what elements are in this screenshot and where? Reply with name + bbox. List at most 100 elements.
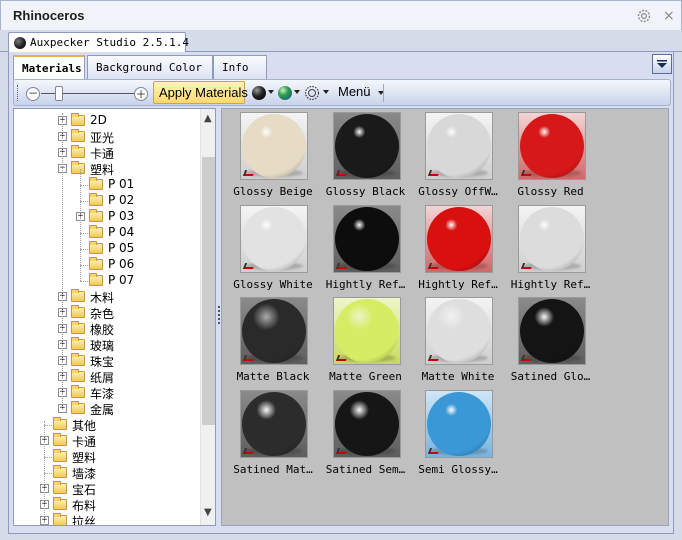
material-thumbnail[interactable]: Glossy White xyxy=(225,202,317,294)
tree-item[interactable]: + 玻璃 xyxy=(14,337,199,353)
material-thumbnail[interactable]: Glossy Black xyxy=(318,109,410,201)
tree-item[interactable]: + 金属 xyxy=(14,401,199,417)
material-thumbnail[interactable]: Glossy Red xyxy=(503,109,595,201)
document-tab[interactable]: Auxpecker Studio 2.5.1.4 xyxy=(8,32,189,53)
folder-icon xyxy=(71,385,85,398)
folder-icon xyxy=(89,257,103,270)
tree-item[interactable]: + 橡胶 xyxy=(14,321,199,337)
tree-item[interactable]: + 宝石 xyxy=(14,481,199,497)
material-preview xyxy=(425,112,493,180)
menu-dropdown-button[interactable]: Menü xyxy=(338,84,385,99)
close-icon[interactable]: × xyxy=(663,8,677,24)
materials-toolbar: − + Apply Materials Menü xyxy=(13,79,671,106)
material-preview xyxy=(425,297,493,365)
material-thumbnail[interactable]: Glossy Beige xyxy=(225,109,317,201)
tree-item[interactable]: 塑料 xyxy=(14,449,199,465)
tree-item[interactable]: − 塑料 xyxy=(14,161,199,177)
tree-item[interactable]: + 拉丝 xyxy=(14,513,199,525)
chevron-down-icon[interactable] xyxy=(268,90,274,94)
checkmark-logo-icon xyxy=(242,262,256,269)
toolbar-grip[interactable] xyxy=(17,85,20,101)
material-thumbnail[interactable]: Matte Green xyxy=(318,294,410,386)
tree-item[interactable]: + 木料 xyxy=(14,289,199,305)
tree-item-label: P 02 xyxy=(108,193,135,207)
gear-sun-icon[interactable] xyxy=(304,85,320,101)
material-preview xyxy=(240,389,308,458)
tree-item[interactable]: 其他 xyxy=(14,417,199,433)
sphere-black-icon[interactable] xyxy=(252,86,266,100)
material-sphere xyxy=(334,391,399,456)
apply-materials-button[interactable]: Apply Materials xyxy=(153,81,248,104)
material-preview xyxy=(425,389,493,458)
folder-icon xyxy=(71,161,85,174)
panel-menu-button[interactable] xyxy=(652,54,672,74)
tree-item[interactable]: + 卡通 xyxy=(14,433,199,449)
scroll-up-arrow-icon[interactable]: ▲ xyxy=(204,113,212,124)
tree-item-label: 布料 xyxy=(72,499,97,513)
material-thumbnail[interactable]: Satined Sem… xyxy=(318,387,410,479)
tree-item[interactable]: P 07 xyxy=(14,273,199,289)
chevron-down-icon[interactable] xyxy=(294,90,300,94)
tree-item-label: 宝石 xyxy=(72,483,97,497)
checkmark-logo-icon xyxy=(520,355,533,361)
material-preview xyxy=(332,389,401,458)
folder-icon xyxy=(89,273,103,286)
folder-icon xyxy=(71,369,85,382)
tree-connector xyxy=(44,457,52,458)
material-thumbnail[interactable]: Satined Glo… xyxy=(503,294,595,386)
folder-icon xyxy=(71,113,85,126)
tree-item[interactable]: P 06 xyxy=(14,257,199,273)
material-sphere xyxy=(334,299,399,363)
tree-item[interactable]: + 亚光 xyxy=(14,129,199,145)
tree-connector xyxy=(80,185,88,186)
tree-item[interactable]: + 车漆 xyxy=(14,385,199,401)
tree-scrollbar[interactable]: ▲ ▼ xyxy=(200,109,215,525)
material-thumbnail[interactable]: Matte White xyxy=(410,294,502,386)
zoom-in-button[interactable]: + xyxy=(134,87,148,101)
material-thumbnail-grid: Glossy Beige Glossy Black Glossy OffW… Glos… xyxy=(221,108,669,526)
tab-materials[interactable]: Materials xyxy=(13,55,85,80)
gear-icon[interactable] xyxy=(636,8,652,24)
tree-item[interactable]: P 02 xyxy=(14,193,199,209)
material-thumbnail[interactable]: Semi Glossy… xyxy=(410,387,502,479)
material-name: Matte White xyxy=(421,370,495,383)
material-thumbnail[interactable]: Satined Mat… xyxy=(225,387,317,479)
tree-item[interactable]: + 布料 xyxy=(14,497,199,513)
material-sphere xyxy=(427,206,491,271)
material-thumbnail[interactable]: Matte Black xyxy=(225,294,317,386)
tree-item-label: P 04 xyxy=(108,225,135,239)
scroll-down-arrow-icon[interactable]: ▼ xyxy=(204,507,212,518)
toolbar-separator xyxy=(383,84,384,102)
folder-icon xyxy=(71,305,85,318)
folder-icon xyxy=(71,401,85,414)
chevron-down-icon[interactable] xyxy=(323,90,329,94)
material-name: Matte Green xyxy=(329,370,402,383)
material-name: Hightly Ref… xyxy=(510,277,591,291)
zoom-out-button[interactable]: − xyxy=(26,87,40,101)
material-thumbnail[interactable]: Hightly Ref… xyxy=(503,202,595,294)
material-thumbnail[interactable]: Glossy OffW… xyxy=(410,109,502,201)
tree-item[interactable]: + 杂色 xyxy=(14,305,199,321)
sphere-green-blue-icon[interactable] xyxy=(278,86,292,100)
material-name: Satined Mat… xyxy=(233,462,313,476)
folder-icon xyxy=(53,497,67,510)
material-name: Glossy Black xyxy=(325,185,406,198)
tree-item[interactable]: + 卡通 xyxy=(14,145,199,161)
tree-item[interactable]: + 纸屑 xyxy=(14,369,199,385)
tree-item[interactable]: P 05 xyxy=(14,241,199,257)
tree-item[interactable]: + 珠宝 xyxy=(14,353,199,369)
material-thumbnail[interactable]: Hightly Ref… xyxy=(318,202,410,294)
material-thumbnail[interactable]: Hightly Ref… xyxy=(410,202,502,294)
tree-item[interactable]: P 04 xyxy=(14,225,199,241)
scroll-thumb[interactable] xyxy=(202,157,215,425)
material-name: Hightly Ref… xyxy=(325,277,406,291)
tree-item[interactable]: + P 03 xyxy=(14,209,199,225)
tree-item[interactable]: P 01 xyxy=(14,177,199,193)
tree-item[interactable]: 墙漆 xyxy=(14,465,199,481)
tree-item-label: 杂色 xyxy=(90,307,115,321)
tab-info[interactable]: Info xyxy=(213,55,267,79)
tab-background-color[interactable]: Background Color xyxy=(87,55,213,79)
tree-item[interactable]: +2D xyxy=(14,113,199,129)
zoom-slider-thumb[interactable] xyxy=(54,86,63,101)
material-preview xyxy=(332,204,401,273)
